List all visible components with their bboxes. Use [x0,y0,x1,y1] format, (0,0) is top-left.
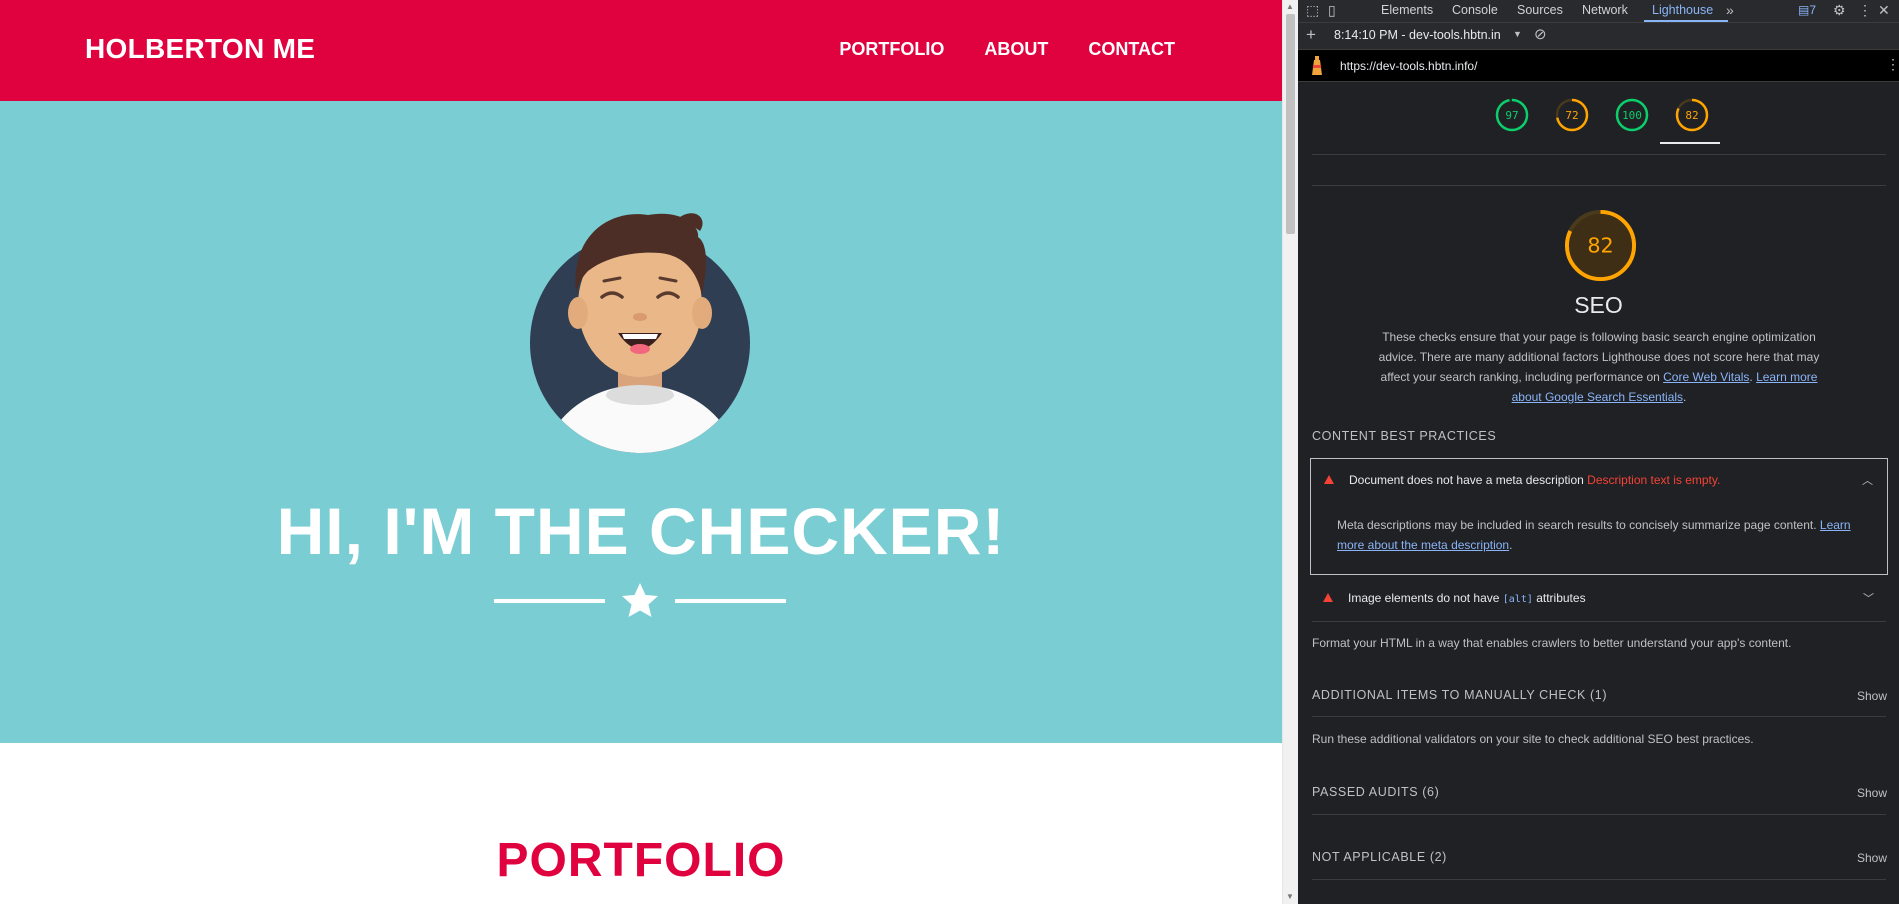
report-menu-icon[interactable]: ⋮ [1886,56,1899,73]
score-gauge-performance[interactable]: 97 [1494,97,1530,133]
tab-elements[interactable]: Elements [1381,3,1433,17]
report-dropdown-icon[interactable]: ▼ [1513,29,1522,39]
audit-title: Document does not have a meta descriptio… [1349,473,1721,487]
score-value: 97 [1505,109,1518,122]
nav-link-about[interactable]: ABOUT [984,39,1048,60]
manual-check-heading[interactable]: ADDITIONAL ITEMS TO MANUALLY CHECK (1) [1312,688,1607,702]
seo-score-value: 82 [1587,233,1613,257]
fail-triangle-icon [1324,475,1334,484]
settings-gear-icon[interactable]: ⚙ [1833,2,1846,19]
more-tabs-icon[interactable]: » [1726,2,1734,18]
nav-link-contact[interactable]: CONTACT [1088,39,1175,60]
show-not-applicable-button[interactable]: Show [1857,851,1887,865]
seo-score-gauge: 82 [1564,209,1637,282]
devtools-tabbar: ⬚ ▯ Elements Console Sources Network Lig… [1298,0,1899,23]
inspect-element-icon[interactable]: ⬚ [1306,2,1319,19]
nav-link-portfolio[interactable]: PORTFOLIO [839,39,944,60]
star-icon [622,583,658,617]
seo-description: These checks ensure that your page is fo… [1378,330,1820,404]
tab-console[interactable]: Console [1452,3,1498,17]
core-web-vitals-link[interactable]: Core Web Vitals [1663,370,1749,384]
website-viewport: HOLBERTON ME PORTFOLIO ABOUT CONTACT HI,… [0,0,1282,904]
kebab-menu-icon[interactable]: ⋮ [1858,2,1872,19]
divider [1312,185,1886,186]
site-navbar: HOLBERTON ME PORTFOLIO ABOUT CONTACT [0,0,1282,101]
expand-chevron-icon[interactable]: ﹀ [1863,590,1874,606]
devtools-panel: ⬚ ▯ Elements Console Sources Network Lig… [1298,0,1899,904]
selected-gauge-indicator [1660,142,1720,144]
hero-section: HI, I'M THE CHECKER! [0,101,1282,743]
show-passed-button[interactable]: Show [1857,786,1887,800]
report-selector[interactable]: 8:14:10 PM - dev-tools.hbtn.in [1334,28,1501,42]
collapse-chevron-icon[interactable]: ︿ [1862,472,1873,488]
score-gauge-best-practices[interactable]: 100 [1614,97,1650,133]
passed-audits-heading[interactable]: PASSED AUDITS (6) [1312,785,1439,799]
lighthouse-toolbar: + 8:14:10 PM - dev-tools.hbtn.in ▼ ⊘ [1298,23,1899,50]
score-gauge-seo[interactable]: 82 [1674,97,1710,133]
divider [1312,814,1886,815]
score-gauge-accessibility[interactable]: 72 [1554,97,1590,133]
website-scrollbar[interactable]: ▲ ▼ [1282,0,1298,904]
audit-image-alt[interactable]: Image elements do not have [alt] attribu… [1310,580,1888,622]
alt-code: [alt] [1502,594,1533,605]
avatar-illustration [530,213,750,453]
divider [1312,154,1886,155]
divider [1312,879,1886,880]
tab-network[interactable]: Network [1582,3,1628,17]
scroll-down-icon[interactable]: ▼ [1286,892,1294,901]
audit-fail-note: Description text is empty. [1587,473,1721,487]
score-value: 100 [1622,109,1642,122]
seo-category-title: SEO [1574,292,1623,318]
active-tab-indicator [1644,20,1728,22]
report-url-bar: https://dev-tools.hbtn.info/ ⋮ [1298,50,1899,82]
close-icon[interactable]: ✕ [1878,2,1890,19]
report-url[interactable]: https://dev-tools.hbtn.info/ [1340,59,1477,73]
issues-badge[interactable]: ▤7 [1798,3,1816,17]
score-gauges: 97 72 100 82 [1298,82,1899,144]
show-manual-button[interactable]: Show [1857,689,1887,703]
clear-icon[interactable]: ⊘ [1534,25,1547,43]
score-value: 82 [1685,109,1698,122]
format-html-note: Format your HTML in a way that enables c… [1312,636,1792,650]
scroll-up-icon[interactable]: ▲ [1286,2,1294,11]
tab-lighthouse[interactable]: Lighthouse [1652,3,1713,17]
device-toolbar-icon[interactable]: ▯ [1328,2,1336,19]
audit-title: Image elements do not have [alt] attribu… [1348,591,1586,605]
content-best-practices-heading: CONTENT BEST PRACTICES [1312,429,1497,443]
score-value: 72 [1565,109,1578,122]
tab-sources[interactable]: Sources [1517,3,1563,17]
portfolio-heading: PORTFOLIO [496,834,786,887]
fail-triangle-icon [1323,593,1333,602]
manual-check-note: Run these additional validators on your … [1312,732,1754,746]
not-applicable-heading[interactable]: NOT APPLICABLE (2) [1312,850,1447,864]
site-brand[interactable]: HOLBERTON ME [85,33,315,65]
divider [1312,621,1886,622]
audit-meta-description[interactable]: Document does not have a meta descriptio… [1310,458,1888,575]
audit-description: Meta descriptions may be included in sea… [1337,518,1851,552]
lighthouse-logo-icon [1312,56,1322,75]
star-divider [494,583,786,617]
site-nav-links: PORTFOLIO ABOUT CONTACT [839,39,1175,60]
issues-count: 7 [1809,3,1817,17]
divider [1312,716,1886,717]
scrollbar-thumb[interactable] [1286,14,1295,234]
plus-icon[interactable]: + [1306,25,1316,45]
comment-icon: ▤ [1798,3,1810,17]
hero-title: HI, I'M THE CHECKER! [276,494,1006,568]
